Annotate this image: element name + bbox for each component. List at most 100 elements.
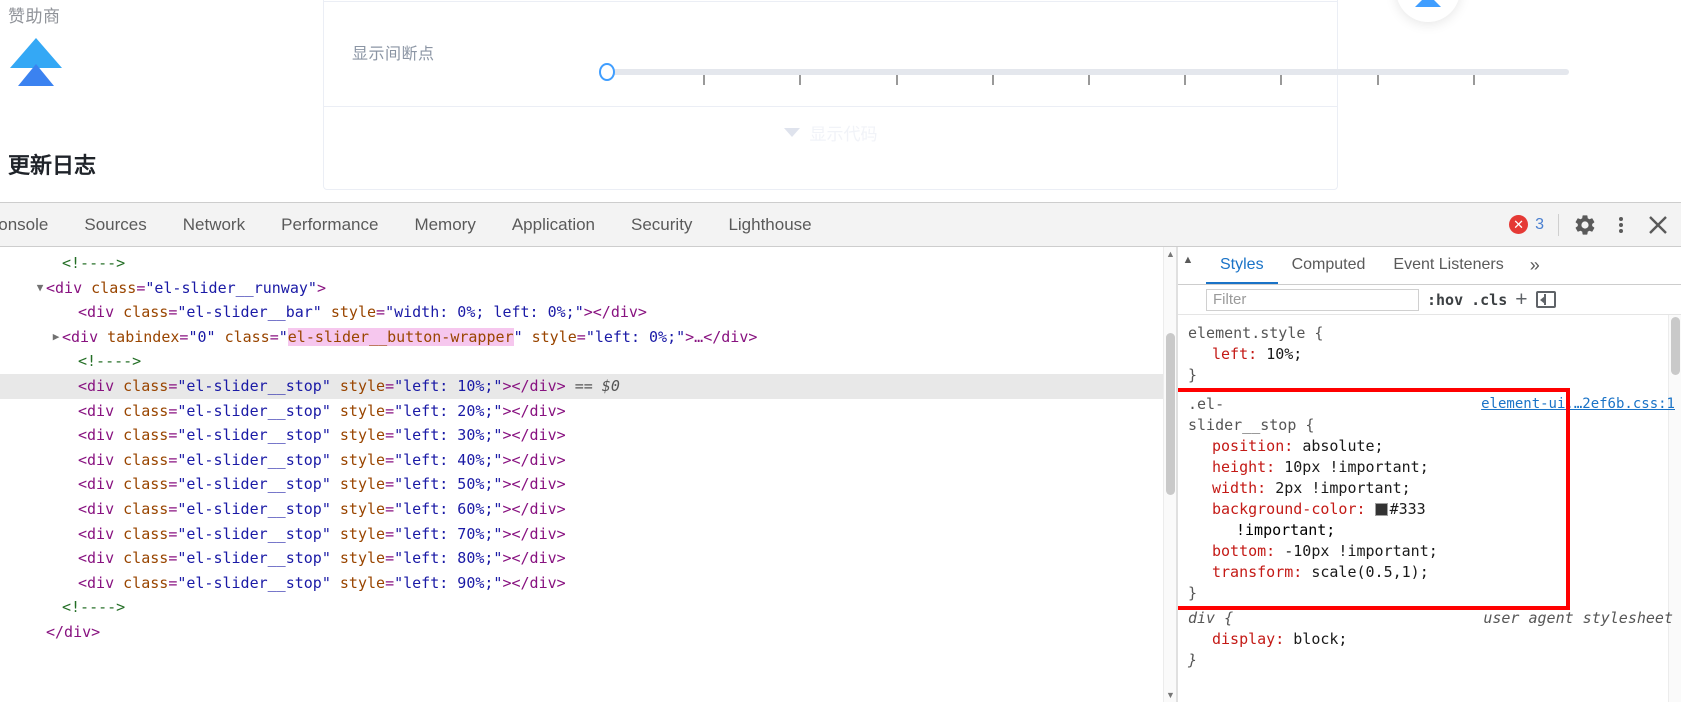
dom-node[interactable]: <div class="el-slider__stop" style="left… (0, 472, 1176, 497)
css-declaration[interactable]: background-color: #333 (1188, 499, 1681, 520)
css-declaration[interactable]: position: absolute; (1188, 436, 1681, 457)
new-style-rule-button[interactable]: + (1515, 289, 1527, 310)
more-options-icon[interactable] (1611, 213, 1631, 237)
slider-stop (1088, 75, 1090, 85)
dom-token-plain (331, 500, 340, 518)
css-source-link[interactable]: element-ui.…2ef6b.css:1 (1481, 394, 1675, 415)
dom-node[interactable]: <!----> (0, 251, 1176, 276)
styles-tab-event-listeners[interactable]: Event Listeners (1379, 247, 1517, 284)
css-declaration[interactable]: transform: scale(0.5,1); (1188, 562, 1681, 583)
slider-button-wrapper[interactable] (589, 54, 625, 90)
dom-node[interactable]: <div class="el-slider__stop" style="left… (0, 399, 1176, 424)
devtools-tab-console[interactable]: Console (0, 203, 66, 246)
css-value[interactable]: -10px !important; (1284, 542, 1438, 560)
dom-token-punct: >…</div> (685, 327, 758, 346)
css-declaration[interactable]: bottom: -10px !important; (1188, 541, 1681, 562)
css-value[interactable]: absolute; (1302, 437, 1383, 455)
dom-node[interactable]: <div class="el-slider__stop" style="left… (0, 571, 1176, 596)
dom-token-plain (331, 525, 340, 543)
dom-tree[interactable]: <!----> ▼ <div class="el-slider__runway"> <… (0, 251, 1176, 645)
css-value[interactable]: 10px !important; (1284, 458, 1429, 476)
css-value[interactable]: 10%; (1266, 345, 1302, 363)
slider-handle[interactable] (599, 63, 615, 81)
css-declaration[interactable]: width: 2px !important; (1188, 478, 1681, 499)
slider-stop (992, 75, 994, 85)
css-declaration[interactable]: height: 10px !important; (1188, 457, 1681, 478)
css-property[interactable]: left: (1212, 345, 1266, 363)
dom-token-punct: ></div> (502, 499, 566, 518)
dom-node[interactable]: <div class="el-slider__stop" style="left… (0, 546, 1176, 571)
sponsor-logo-icon[interactable] (10, 38, 62, 93)
dom-node[interactable]: <div class="el-slider__stop" style="left… (0, 448, 1176, 473)
color-swatch-icon[interactable] (1374, 503, 1388, 516)
dom-node[interactable]: ▼ <div class="el-slider__runway"> (0, 276, 1176, 301)
devtools-tab-sources[interactable]: Sources (66, 203, 164, 246)
devtools-tab-security[interactable]: Security (613, 203, 710, 246)
back-to-top-button[interactable] (1396, 0, 1460, 22)
dom-token-tag: div (87, 426, 115, 445)
demo-footer[interactable]: 显示代码 (324, 106, 1337, 151)
css-value[interactable]: #333 (1390, 500, 1426, 518)
dom-tree-pane[interactable]: <!----> ▼ <div class="el-slider__runway"> <… (0, 247, 1176, 702)
collapse-arrow-icon[interactable]: ▶ (50, 325, 62, 350)
css-value[interactable]: scale(0.5,1); (1311, 563, 1428, 581)
slider-demo-label: 显示间断点 (352, 46, 435, 63)
expand-arrow-icon[interactable]: ▼ (34, 276, 46, 301)
styles-tab-computed[interactable]: Computed (1278, 247, 1380, 284)
styles-filter-input[interactable] (1206, 288, 1419, 311)
css-declaration[interactable]: display: block; (1188, 629, 1681, 650)
sponsor-label: 赞助商 (8, 7, 61, 26)
css-value[interactable]: block; (1293, 630, 1347, 648)
css-property[interactable]: display: (1212, 630, 1293, 648)
dom-token-punct: < (78, 573, 88, 592)
gear-icon[interactable] (1573, 213, 1597, 237)
dom-token-tag: div (87, 376, 115, 395)
dom-node[interactable]: <div class="el-slider__bar" style="width… (0, 300, 1176, 325)
error-count-badge[interactable]: ✕ 3 (1509, 215, 1544, 234)
css-property[interactable]: transform: (1212, 563, 1311, 581)
dom-node[interactable]: <!----> (0, 595, 1176, 620)
dom-token-val: "el-slider__stop" (177, 376, 331, 395)
css-property[interactable]: height: (1212, 458, 1284, 476)
dom-node[interactable]: ▶ <div tabindex="0" class="el-slider__but… (0, 325, 1176, 350)
dom-node[interactable]: <div class="el-slider__stop" style="left… (0, 497, 1176, 522)
dom-token-punct: ></div> (502, 376, 566, 395)
hover-state-button[interactable]: :hov (1427, 291, 1463, 309)
css-value[interactable]: 2px !important; (1275, 479, 1410, 497)
dom-scrollbar[interactable]: ▲ ▼ (1163, 247, 1176, 702)
css-property[interactable]: width: (1212, 479, 1275, 497)
css-rule[interactable]: element.style {left: 10%;} (1188, 321, 1681, 388)
dom-scroll-thumb[interactable] (1166, 333, 1175, 495)
styles-more-tabs-icon[interactable]: » (1518, 247, 1552, 284)
collapse-arrow-icon[interactable]: ▲ (1180, 251, 1196, 269)
el-slider[interactable] (599, 63, 1607, 85)
devtools-tab-lighthouse[interactable]: Lighthouse (710, 203, 829, 246)
class-toggle-button[interactable]: .cls (1471, 291, 1507, 309)
web-page-area: 赞助商 更新日志 显示间断点 显示代码 (0, 0, 1681, 202)
scroll-down-arrow-icon[interactable]: ▼ (1165, 690, 1176, 700)
css-declaration[interactable]: left: 10%; (1188, 344, 1681, 365)
close-icon[interactable] (1645, 212, 1671, 238)
devtools-tab-performance[interactable]: Performance (263, 203, 396, 246)
dom-token-val: "el-slider__runway" (145, 278, 317, 297)
css-property[interactable]: position: (1212, 437, 1302, 455)
devtools-tab-memory[interactable]: Memory (396, 203, 493, 246)
show-code-toggle[interactable]: 显示代码 (783, 120, 878, 145)
dom-node[interactable]: <div class="el-slider__stop" style="left… (0, 423, 1176, 448)
css-rule[interactable]: .el-slider__stop {element-ui.…2ef6b.css:… (1188, 392, 1681, 606)
dom-node[interactable]: <div class="el-slider__stop" style="left… (0, 522, 1176, 547)
dom-node[interactable]: </div> (0, 620, 1176, 645)
dom-node-selected[interactable]: <div class="el-slider__stop" style="left… (0, 373, 1176, 399)
computed-sidebar-toggle-icon[interactable] (1535, 291, 1556, 308)
styles-tab-styles[interactable]: Styles (1206, 247, 1278, 284)
demo-body: 显示间断点 (324, 1, 1569, 106)
dom-node[interactable]: <!----> (0, 349, 1176, 374)
css-selector[interactable]: element.style { (1188, 323, 1681, 344)
styles-rule-list[interactable]: ▲ element.style {left: 10%;}.el-slider__… (1178, 315, 1681, 702)
css-property[interactable]: bottom: (1212, 542, 1284, 560)
devtools-tab-network[interactable]: Network (165, 203, 263, 246)
devtools-tab-application[interactable]: Application (494, 203, 613, 246)
css-property[interactable]: background-color: (1212, 500, 1375, 518)
scroll-up-arrow-icon[interactable]: ▲ (1165, 249, 1176, 259)
css-rule[interactable]: div {user agent stylesheet display: block… (1188, 606, 1681, 673)
